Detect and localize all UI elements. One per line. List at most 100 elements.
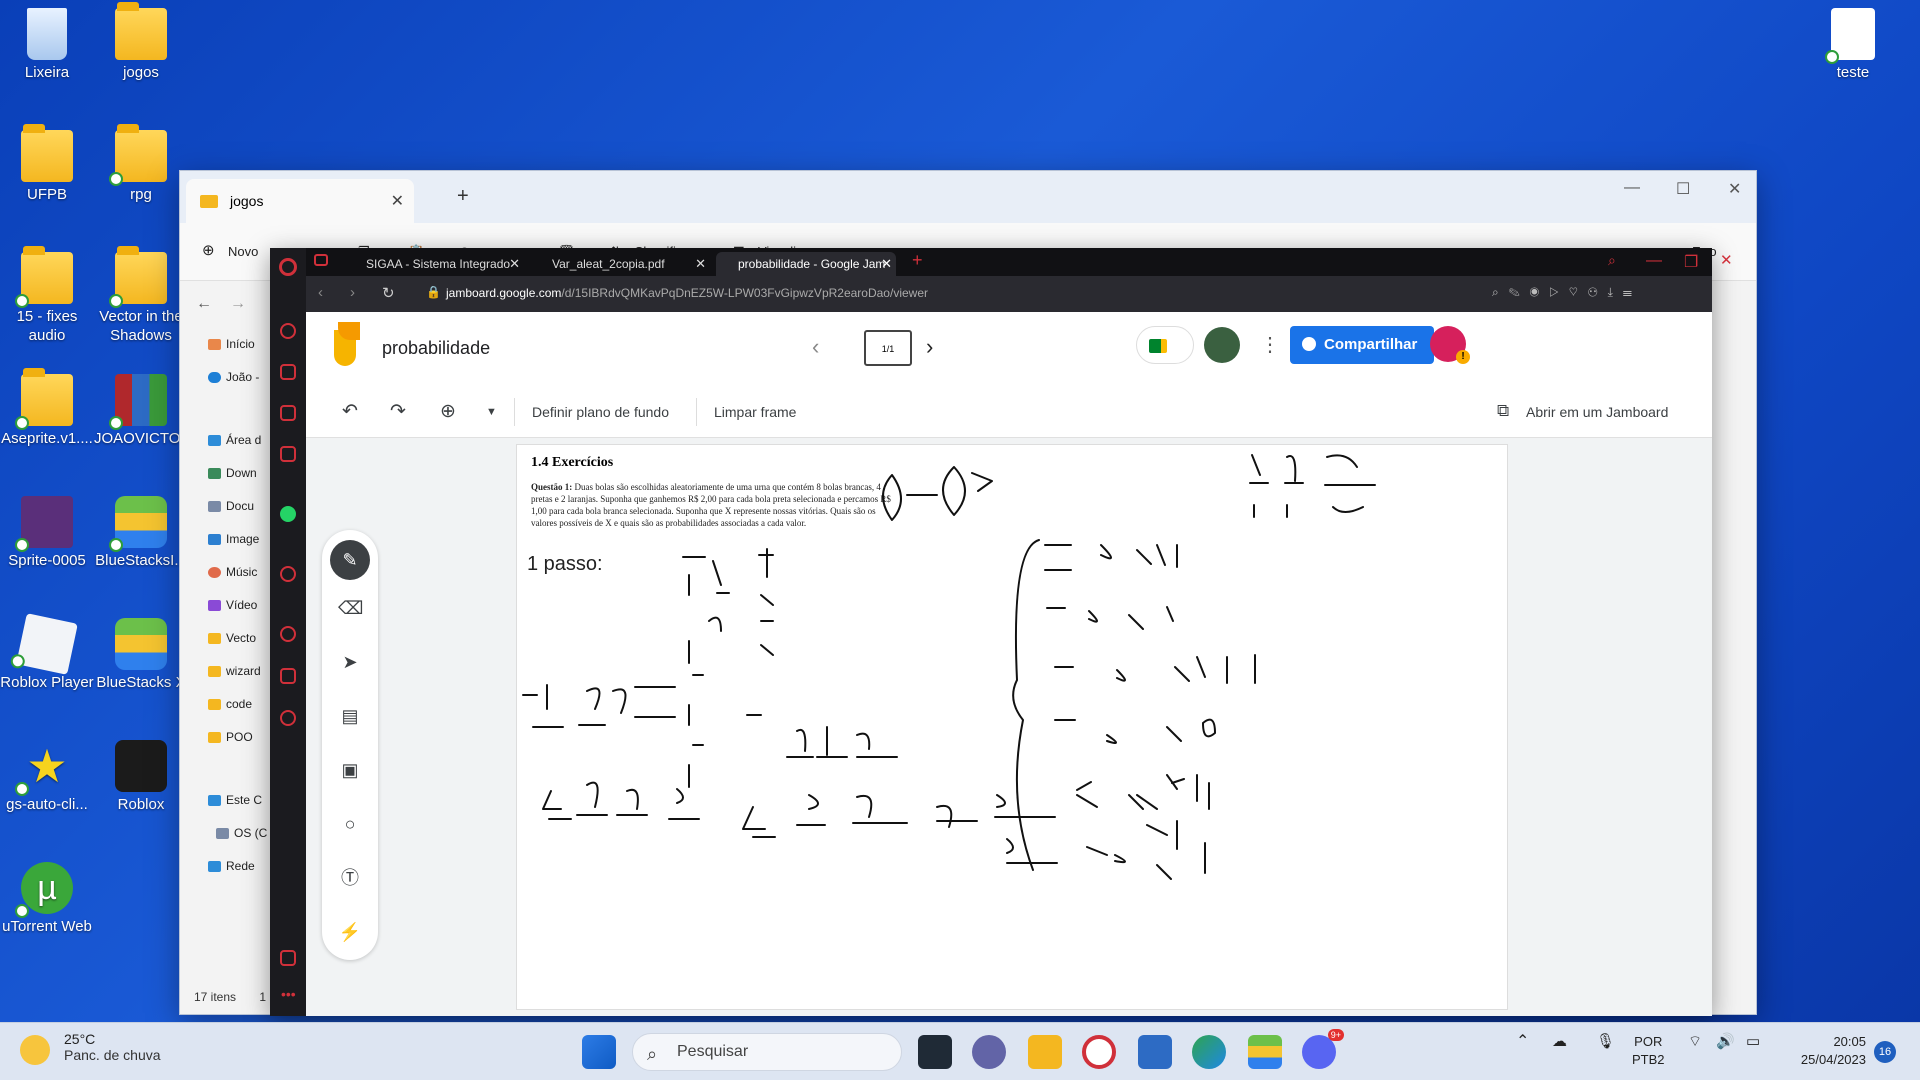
- share-button[interactable]: Compartilhar: [1290, 326, 1434, 364]
- desktop-icon-joaovicto[interactable]: JOAOVICTO...: [94, 374, 193, 449]
- clock[interactable]: 20:05 25/04/2023: [1786, 1033, 1866, 1069]
- avatar[interactable]: [1204, 327, 1240, 363]
- forward-icon[interactable]: ›: [350, 284, 355, 301]
- cube-icon[interactable]: [280, 668, 296, 684]
- address-bar-actions[interactable]: ⌕✎◉▷♡⚇⤓☰: [1492, 285, 1642, 300]
- tab-pdf[interactable]: Var_aleat_2copia.pdf ✕: [530, 252, 710, 276]
- eraser-icon[interactable]: ⌫: [338, 596, 363, 620]
- clock-icon[interactable]: [280, 626, 296, 642]
- nav-item-poo[interactable]: POO: [208, 730, 268, 744]
- text-box-icon[interactable]: Ⓣ: [338, 866, 362, 890]
- nav-item-images[interactable]: Image: [208, 532, 268, 546]
- desktop-icon-bluestacks[interactable]: BlueStacksI...: [94, 496, 188, 571]
- nav-item-wizard[interactable]: wizard: [208, 664, 268, 678]
- undo-icon[interactable]: ↶: [342, 400, 358, 423]
- messenger-icon[interactable]: [280, 405, 296, 421]
- nav-item-videos[interactable]: Vídeo: [208, 598, 268, 612]
- desktop-icon-aseprite[interactable]: Aseprite.v1....: [0, 368, 94, 449]
- desktop-icon-roblox-player[interactable]: Roblox Player: [0, 613, 94, 693]
- desktop-icon-teste[interactable]: teste: [1806, 8, 1900, 83]
- language-indicator[interactable]: POR PTB2: [1632, 1033, 1665, 1069]
- url-field[interactable]: jamboard.google.com/d/15IBRdvQMKavPqDnEZ…: [446, 286, 928, 300]
- instagram-icon[interactable]: [280, 446, 296, 462]
- opera-logo-icon[interactable]: [279, 258, 297, 276]
- close-tab-icon[interactable]: ✕: [695, 256, 706, 272]
- close-tab-icon[interactable]: ✕: [509, 256, 520, 272]
- history-icon[interactable]: [280, 323, 296, 339]
- more-options-icon[interactable]: ⋮: [1260, 332, 1280, 357]
- restore-icon[interactable]: ❐: [1684, 252, 1698, 272]
- more-sidebar-icon[interactable]: •••: [281, 986, 296, 1002]
- nav-item-vector[interactable]: Vecto: [208, 631, 268, 645]
- nav-item-network[interactable]: Rede: [208, 859, 268, 873]
- chat-app-button[interactable]: [972, 1035, 1006, 1069]
- next-frame-icon[interactable]: ›: [926, 334, 933, 360]
- sticky-note-icon[interactable]: ▤: [338, 704, 362, 728]
- nav-item-home[interactable]: Início: [208, 337, 268, 351]
- meet-button[interactable]: [1136, 326, 1194, 364]
- show-hidden-icons[interactable]: ⌃: [1516, 1033, 1529, 1051]
- search-tabs-icon[interactable]: ⌕: [1608, 252, 1616, 269]
- search-box[interactable]: ⌕ Pesquisar: [632, 1033, 902, 1071]
- frame-bar-button[interactable]: 1/1: [864, 330, 912, 366]
- open-jamboard-icon[interactable]: ⧉: [1497, 401, 1509, 421]
- select-icon[interactable]: ➤: [338, 650, 362, 674]
- file-explorer-button[interactable]: [1028, 1035, 1062, 1069]
- desktop-icon-utorrent[interactable]: µ uTorrent Web: [0, 862, 94, 937]
- desktop-icon-fixes-audio[interactable]: 15 - fixes audio: [0, 246, 94, 346]
- desktop-icon-rpg[interactable]: rpg: [94, 124, 188, 205]
- volume-icon[interactable]: 🔊: [1716, 1033, 1735, 1051]
- close-tab-icon[interactable]: ✕: [881, 256, 892, 272]
- nav-item-downloads[interactable]: Down: [208, 466, 268, 480]
- maximize-button[interactable]: ☐: [1676, 179, 1690, 199]
- laser-icon[interactable]: ⚡: [338, 920, 362, 944]
- new-button[interactable]: Novo: [228, 244, 258, 259]
- back-icon[interactable]: ‹: [318, 284, 323, 301]
- close-tab-icon[interactable]: ✕: [391, 191, 404, 211]
- desktop-icon-vector-shadows[interactable]: Vector in the Shadows: [94, 246, 188, 346]
- minimize-icon[interactable]: —: [1646, 252, 1662, 270]
- desktop-icon-roblox[interactable]: Roblox: [94, 740, 188, 815]
- onedrive-icon[interactable]: ☁: [1552, 1033, 1567, 1051]
- store-button[interactable]: [1138, 1035, 1172, 1069]
- desktop-icon-gs-auto-clicker[interactable]: ★ gs-auto-cli...: [0, 740, 94, 815]
- desktop-icon-ufpb[interactable]: UFPB: [0, 124, 94, 205]
- new-icon[interactable]: ⊕: [202, 241, 215, 259]
- add-image-icon[interactable]: ▣: [338, 758, 362, 782]
- desktop-icon-bluestacks-x[interactable]: BlueStacks X: [94, 618, 188, 693]
- redo-icon[interactable]: ↷: [390, 400, 406, 423]
- edge-button[interactable]: [1192, 1035, 1226, 1069]
- desktop-icon-lixeira[interactable]: Lixeira: [0, 8, 94, 83]
- desktop-icon-jogos[interactable]: jogos: [94, 2, 188, 83]
- settings-icon[interactable]: [280, 710, 296, 726]
- start-button[interactable]: [582, 1035, 616, 1069]
- circle-shape-icon[interactable]: ○: [338, 812, 362, 836]
- jam-title[interactable]: probabilidade: [382, 338, 490, 359]
- pen-icon[interactable]: ✎: [330, 540, 370, 580]
- close-window-button[interactable]: ✕: [1728, 179, 1741, 199]
- battery-icon[interactable]: ▭: [1746, 1033, 1760, 1051]
- discord-button[interactable]: 9+: [1302, 1029, 1344, 1069]
- nav-item-code[interactable]: code: [208, 697, 268, 711]
- extensions-icon[interactable]: [280, 950, 296, 966]
- nav-item-documents[interactable]: Docu: [208, 499, 268, 513]
- new-tab-button[interactable]: +: [457, 185, 469, 208]
- zoom-icon[interactable]: ⊕: [440, 400, 456, 423]
- reload-icon[interactable]: ↻: [382, 284, 395, 302]
- jamboard-logo-icon[interactable]: [334, 322, 360, 366]
- bluestacks-button[interactable]: [1248, 1035, 1282, 1069]
- desktop-icon-sprite[interactable]: Sprite-0005: [0, 496, 94, 571]
- explorer-tab[interactable]: jogos ✕: [186, 179, 414, 223]
- opera-button[interactable]: [1082, 1035, 1116, 1069]
- clear-frame-button[interactable]: Limpar frame: [714, 404, 796, 420]
- set-background-button[interactable]: Definir plano de fundo: [532, 404, 669, 420]
- previous-frame-icon[interactable]: ‹: [812, 334, 819, 360]
- weather-widget[interactable]: 25°C Panc. de chuva: [20, 1031, 161, 1065]
- nav-item-onedrive[interactable]: João -: [208, 370, 268, 384]
- account-avatar[interactable]: [1430, 326, 1470, 364]
- zoom-dropdown-icon[interactable]: ▼: [486, 406, 497, 418]
- notification-count[interactable]: 16: [1874, 1041, 1896, 1063]
- nav-item-music[interactable]: Músic: [208, 565, 268, 579]
- bag-icon[interactable]: [280, 364, 296, 380]
- player-icon[interactable]: [280, 566, 296, 582]
